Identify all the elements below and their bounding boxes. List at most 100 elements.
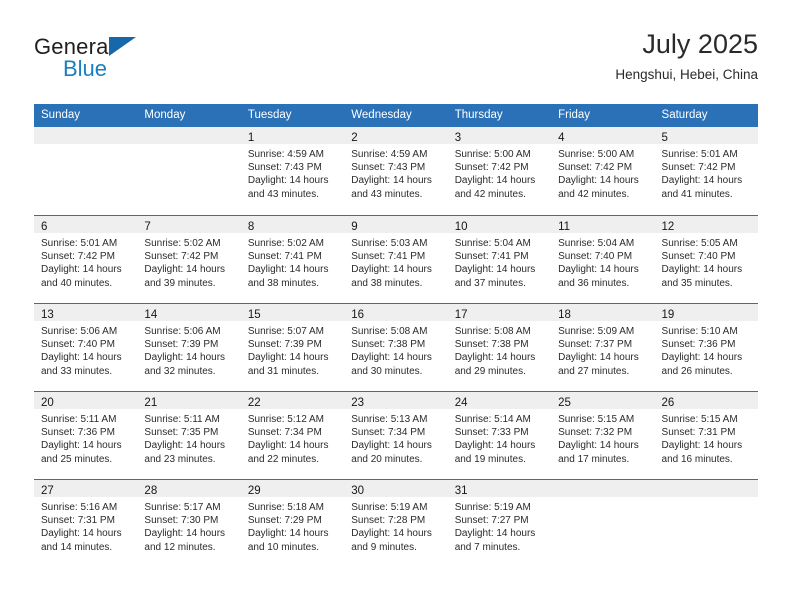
daylight-text-line1: Daylight: 14 hours xyxy=(351,264,432,276)
day-cell[interactable]: 29 Sunrise: 5:18 AM Sunset: 7:29 PM Dayligh… xyxy=(240,479,345,567)
day-cell[interactable]: 30 Sunrise: 5:19 AM Sunset: 7:28 PM Dayligh… xyxy=(344,479,448,567)
day-number: 16 xyxy=(351,309,365,321)
daylight-text-line2: and 17 minutes. xyxy=(558,453,630,465)
day-number-strip: 14 xyxy=(137,304,241,321)
day-cell[interactable]: 26 Sunrise: 5:15 AM Sunset: 7:31 PM Dayligh… xyxy=(654,391,758,479)
day-cell[interactable]: 10 Sunrise: 5:04 AM Sunset: 7:41 PM Dayligh… xyxy=(447,215,552,303)
daylight-text-line1: Daylight: 14 hours xyxy=(41,264,122,276)
daylight-text-line2: and 43 minutes. xyxy=(351,188,423,200)
day-number-strip: 11 xyxy=(551,216,655,233)
daylight-text-line2: and 14 minutes. xyxy=(41,541,113,553)
day-cell[interactable]: 31 Sunrise: 5:19 AM Sunset: 7:27 PM Dayligh… xyxy=(447,479,552,567)
calendar-cell: 26 Sunrise: 5:15 AM Sunset: 7:31 PM Dayligh… xyxy=(654,391,758,479)
day-number-strip: 20 xyxy=(34,392,138,409)
sunrise-text: Sunrise: 5:04 AM xyxy=(558,238,635,249)
daylight-text-line2: and 12 minutes. xyxy=(144,541,216,553)
calendar-cell: 6 Sunrise: 5:01 AM Sunset: 7:42 PM Daylight… xyxy=(34,215,138,303)
sunset-text: Sunset: 7:41 PM xyxy=(351,251,426,263)
day-cell[interactable]: 4 Sunrise: 5:00 AM Sunset: 7:42 PM Daylight… xyxy=(551,127,655,215)
daylight-text-line1: Daylight: 14 hours xyxy=(41,528,122,540)
daylight-text-line2: and 32 minutes. xyxy=(144,365,216,377)
day-sun-info: Sunrise: 5:19 AM Sunset: 7:27 PM Daylight:… xyxy=(448,497,551,554)
sunset-text: Sunset: 7:29 PM xyxy=(247,515,322,527)
day-number-strip: 17 xyxy=(447,304,552,321)
day-cell[interactable]: 13 Sunrise: 5:06 AM Sunset: 7:40 PM Dayligh… xyxy=(34,303,138,391)
day-cell[interactable]: 25 Sunrise: 5:15 AM Sunset: 7:32 PM Dayligh… xyxy=(551,391,655,479)
day-cell[interactable]: 15 Sunrise: 5:07 AM Sunset: 7:39 PM Dayligh… xyxy=(240,303,345,391)
day-number-strip xyxy=(654,480,758,497)
day-cell[interactable]: 20 Sunrise: 5:11 AM Sunset: 7:36 PM Dayligh… xyxy=(34,391,138,479)
day-cell[interactable]: 24 Sunrise: 5:14 AM Sunset: 7:33 PM Dayligh… xyxy=(447,391,552,479)
sunrise-text: Sunrise: 5:00 AM xyxy=(454,149,531,160)
day-sun-info: Sunrise: 5:14 AM Sunset: 7:33 PM Daylight:… xyxy=(448,409,551,466)
daylight-text-line1: Daylight: 14 hours xyxy=(41,440,122,452)
day-cell[interactable]: 19 Sunrise: 5:10 AM Sunset: 7:36 PM Dayligh… xyxy=(654,303,758,391)
sunset-text: Sunset: 7:42 PM xyxy=(41,251,115,263)
day-number-strip: 9 xyxy=(344,216,448,233)
day-cell[interactable]: 8 Sunrise: 5:02 AM Sunset: 7:41 PM Daylight… xyxy=(240,215,345,303)
day-sun-info: Sunrise: 5:04 AM Sunset: 7:41 PM Daylight:… xyxy=(448,233,551,290)
calendar-cell: 18 Sunrise: 5:09 AM Sunset: 7:37 PM Dayligh… xyxy=(551,303,655,391)
day-cell[interactable]: 5 Sunrise: 5:01 AM Sunset: 7:42 PM Daylight… xyxy=(654,127,758,215)
day-cell[interactable]: 7 Sunrise: 5:02 AM Sunset: 7:42 PM Daylight… xyxy=(137,215,241,303)
day-cell[interactable]: 17 Sunrise: 5:08 AM Sunset: 7:38 PM Dayligh… xyxy=(447,303,552,391)
calendar-cell: 28 Sunrise: 5:17 AM Sunset: 7:30 PM Dayligh… xyxy=(137,479,241,567)
daylight-text-line1: Daylight: 14 hours xyxy=(661,264,743,276)
daylight-text-line1: Daylight: 14 hours xyxy=(661,440,743,452)
sunrise-text: Sunrise: 5:12 AM xyxy=(247,414,324,425)
sunset-text: Sunset: 7:41 PM xyxy=(454,251,529,263)
calendar-cell: 8 Sunrise: 5:02 AM Sunset: 7:41 PM Daylight… xyxy=(240,215,345,303)
sunset-text: Sunset: 7:42 PM xyxy=(661,162,736,174)
day-cell[interactable]: 22 Sunrise: 5:12 AM Sunset: 7:34 PM Dayligh… xyxy=(240,391,345,479)
day-cell[interactable]: 9 Sunrise: 5:03 AM Sunset: 7:41 PM Daylight… xyxy=(344,215,448,303)
day-number-strip: 15 xyxy=(240,304,345,321)
day-cell[interactable]: 12 Sunrise: 5:05 AM Sunset: 7:40 PM Dayligh… xyxy=(654,215,758,303)
day-cell[interactable]: 16 Sunrise: 5:08 AM Sunset: 7:38 PM Dayligh… xyxy=(344,303,448,391)
daylight-text-line1: Daylight: 14 hours xyxy=(144,528,226,540)
day-cell[interactable]: 21 Sunrise: 5:11 AM Sunset: 7:35 PM Dayligh… xyxy=(137,391,241,479)
day-sun-info: Sunrise: 5:04 AM Sunset: 7:40 PM Daylight:… xyxy=(551,233,654,290)
day-cell[interactable]: 2 Sunrise: 4:59 AM Sunset: 7:43 PM Daylight… xyxy=(344,127,448,215)
calendar-cell: 29 Sunrise: 5:18 AM Sunset: 7:29 PM Dayligh… xyxy=(240,479,345,567)
daylight-text-line1: Daylight: 14 hours xyxy=(558,175,639,187)
daylight-text-line1: Daylight: 14 hours xyxy=(144,264,226,276)
daylight-text-line2: and 27 minutes. xyxy=(558,365,630,377)
sunset-text: Sunset: 7:31 PM xyxy=(661,427,736,439)
day-number-strip: 5 xyxy=(654,127,758,144)
daylight-text-line2: and 25 minutes. xyxy=(41,453,113,465)
day-cell-empty xyxy=(654,479,758,567)
day-cell[interactable]: 1 Sunrise: 4:59 AM Sunset: 7:43 PM Daylight… xyxy=(240,127,345,215)
general-blue-logo[interactable]: General Blue xyxy=(34,34,254,90)
sunset-text: Sunset: 7:31 PM xyxy=(41,515,115,527)
day-cell[interactable]: 28 Sunrise: 5:17 AM Sunset: 7:30 PM Dayligh… xyxy=(137,479,241,567)
day-cell[interactable]: 3 Sunrise: 5:00 AM Sunset: 7:42 PM Daylight… xyxy=(447,127,552,215)
daylight-text-line1: Daylight: 14 hours xyxy=(454,175,536,187)
day-number-strip: 13 xyxy=(34,304,138,321)
day-cell[interactable]: 18 Sunrise: 5:09 AM Sunset: 7:37 PM Dayligh… xyxy=(551,303,655,391)
calendar-cell: 19 Sunrise: 5:10 AM Sunset: 7:36 PM Dayligh… xyxy=(654,303,758,391)
daylight-text-line1: Daylight: 14 hours xyxy=(454,264,536,276)
sunrise-text: Sunrise: 5:05 AM xyxy=(661,238,738,249)
sunset-text: Sunset: 7:36 PM xyxy=(41,427,115,439)
daylight-text-line1: Daylight: 14 hours xyxy=(661,175,743,187)
day-number-strip xyxy=(137,127,241,144)
day-number-strip: 25 xyxy=(551,392,655,409)
day-cell[interactable]: 27 Sunrise: 5:16 AM Sunset: 7:31 PM Dayligh… xyxy=(34,479,138,567)
day-number: 26 xyxy=(661,397,675,409)
day-sun-info: Sunrise: 5:07 AM Sunset: 7:39 PM Daylight:… xyxy=(241,321,344,378)
day-number-strip: 26 xyxy=(654,392,758,409)
day-cell[interactable]: 23 Sunrise: 5:13 AM Sunset: 7:34 PM Dayligh… xyxy=(344,391,448,479)
sunset-text: Sunset: 7:27 PM xyxy=(454,515,529,527)
sunrise-text: Sunrise: 5:16 AM xyxy=(41,502,118,513)
day-cell[interactable]: 6 Sunrise: 5:01 AM Sunset: 7:42 PM Daylight… xyxy=(34,215,138,303)
calendar-week-row: 27 Sunrise: 5:16 AM Sunset: 7:31 PM Dayligh… xyxy=(34,479,758,567)
daylight-text-line2: and 38 minutes. xyxy=(247,277,320,289)
day-sun-info: Sunrise: 5:08 AM Sunset: 7:38 PM Daylight:… xyxy=(344,321,447,378)
day-sun-info: Sunrise: 5:11 AM Sunset: 7:36 PM Daylight:… xyxy=(34,409,137,466)
day-cell[interactable]: 14 Sunrise: 5:06 AM Sunset: 7:39 PM Dayligh… xyxy=(137,303,241,391)
day-cell[interactable]: 11 Sunrise: 5:04 AM Sunset: 7:40 PM Dayligh… xyxy=(551,215,655,303)
day-number: 28 xyxy=(144,485,158,497)
daylight-text-line1: Daylight: 14 hours xyxy=(454,528,536,540)
day-number-strip: 2 xyxy=(344,127,448,144)
day-number: 19 xyxy=(661,309,675,321)
